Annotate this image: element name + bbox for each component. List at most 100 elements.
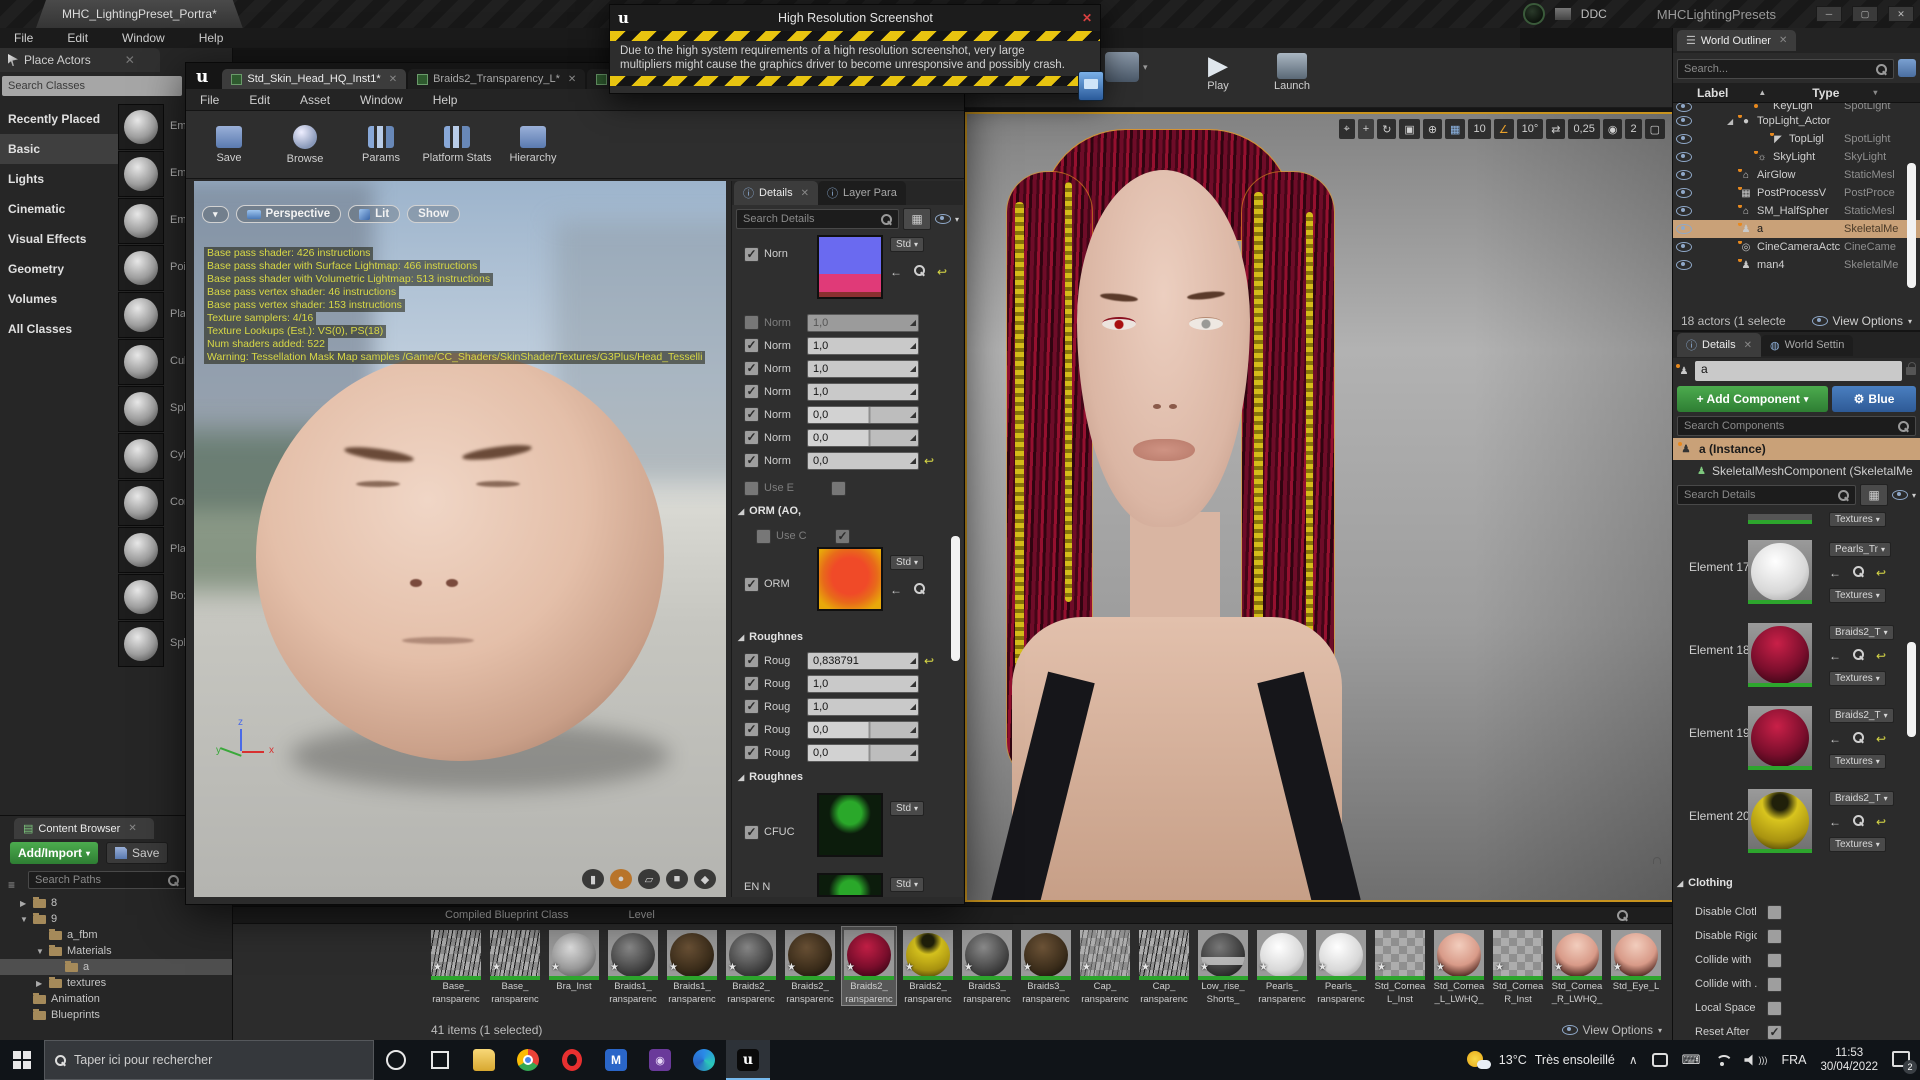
taskbar-search[interactable]: Taper ici pour rechercher — [44, 1040, 374, 1080]
grid-snap-icon[interactable]: ▦ — [1445, 119, 1465, 139]
cylinder-preview-icon[interactable]: ▮ — [582, 869, 604, 889]
param-checkbox[interactable] — [744, 315, 759, 330]
param-value-field[interactable]: 0,0 — [807, 721, 919, 739]
textures-button[interactable]: Textures▾ — [1829, 671, 1886, 686]
use-selected-icon[interactable]: ← — [1829, 649, 1841, 663]
material-details-scrollbar[interactable] — [951, 536, 960, 661]
camera-speed-icon[interactable]: ◉ — [1603, 119, 1623, 139]
category-item[interactable]: Visual Effects — [0, 224, 118, 254]
toolbar-button[interactable]: Hierarchy — [498, 115, 568, 175]
add-import-button[interactable]: Add/Import▾ — [10, 842, 98, 864]
search-details-input[interactable] — [736, 209, 899, 229]
param-checkbox[interactable] — [744, 407, 759, 422]
expand-icon[interactable]: ▶ — [36, 979, 44, 988]
use-selected-icon[interactable]: ← — [890, 265, 902, 279]
launch-button[interactable]: Launch — [1260, 50, 1324, 92]
asset-item[interactable]: ★ Braids1_ ransparenc — [665, 927, 719, 1005]
param-value-field[interactable]: 1,0 — [807, 383, 919, 401]
folder-tree-item[interactable]: a — [0, 959, 232, 975]
world-coordinate-icon[interactable]: ⊕ — [1423, 119, 1442, 139]
visibility-eye-icon[interactable] — [1676, 188, 1692, 198]
wifi-icon[interactable] — [1714, 1055, 1730, 1066]
weather-widget[interactable]: 13°C Très ensoleillé — [1467, 1049, 1615, 1071]
move-tool-icon[interactable]: + — [1358, 119, 1374, 139]
search-details-input[interactable] — [1677, 485, 1856, 505]
param-value-field[interactable]: 1,0 — [807, 337, 919, 355]
close-tab-icon[interactable]: ✕ — [568, 74, 576, 85]
value-checkbox[interactable] — [835, 529, 850, 544]
menu-item[interactable]: Window — [122, 31, 165, 45]
cube-preview-icon[interactable]: ■ — [666, 869, 688, 889]
lock-icon[interactable] — [1906, 367, 1916, 375]
use-selected-icon[interactable]: ← — [1829, 566, 1841, 580]
filter-level[interactable]: Level — [629, 909, 655, 921]
expand-icon[interactable]: ◢ — [1727, 117, 1735, 126]
param-checkbox[interactable] — [744, 825, 759, 840]
sources-toggle-icon[interactable]: ≡ — [8, 878, 15, 892]
use-selected-icon[interactable]: ← — [1829, 815, 1841, 829]
reset-icon[interactable]: ↩ — [1876, 566, 1886, 580]
search-paths-input[interactable] — [28, 871, 186, 889]
param-value-field[interactable]: 0,0 — [807, 406, 919, 424]
asset-item[interactable]: ★ Braids2_ ransparenc — [783, 927, 837, 1005]
outliner-row[interactable]: ◤ TopLigl SpotLight — [1673, 130, 1920, 148]
visibility-eye-icon[interactable] — [1676, 103, 1692, 112]
menu-item[interactable]: Help — [199, 31, 224, 45]
asset-item[interactable]: ★ Braids2_ ransparenc — [901, 927, 955, 1005]
details-scrollbar[interactable] — [1907, 642, 1916, 737]
start-button[interactable] — [0, 1040, 44, 1080]
material-thumbnail[interactable] — [1748, 540, 1812, 604]
view-options-eye-icon[interactable] — [1892, 490, 1908, 500]
asset-item[interactable]: ★ Cap_ ransparenc — [1078, 927, 1132, 1005]
reset-icon[interactable]: ↩ — [1876, 815, 1886, 829]
param-checkbox[interactable] — [744, 247, 759, 262]
toolbar-button[interactable]: Params — [346, 115, 416, 175]
toolbar-button[interactable]: Platform Stats — [422, 115, 492, 175]
category-item[interactable]: Recently Placed — [0, 104, 118, 134]
material-thumbnail[interactable] — [1748, 623, 1812, 687]
world-settings-tab[interactable]: ◍World Settin — [1761, 335, 1853, 356]
param-value-field[interactable]: 0,838791 — [807, 652, 919, 670]
asset-item[interactable]: ★ Braids2_ ransparenc — [842, 927, 896, 1005]
visibility-eye-icon[interactable] — [1676, 206, 1692, 216]
perspective-button[interactable]: Perspective — [236, 205, 342, 223]
outliner-row[interactable]: KeyLigh SpotLight — [1673, 103, 1920, 112]
search-components-input[interactable] — [1677, 416, 1916, 436]
outliner-row[interactable]: ◢ ● TopLight_Actor — [1673, 112, 1920, 130]
outliner-row[interactable]: ⌂ SM_HalfSpher StaticMesl — [1673, 202, 1920, 220]
parent-material-dropdown[interactable]: Std▾ — [890, 555, 924, 570]
outliner-row[interactable]: ▦ PostProcessV PostProce — [1673, 184, 1920, 202]
asset-editor-tab[interactable]: Braids2_Transparency_L* ✕ — [408, 69, 585, 89]
world-outliner-tab[interactable]: ☰ World Outliner ✕ — [1677, 30, 1796, 51]
edit-blueprint-button[interactable]: ⚙Blue — [1832, 386, 1916, 412]
add-actor-icon[interactable] — [1898, 59, 1916, 77]
view-options-eye-icon[interactable] — [935, 214, 951, 224]
cc-app-icon[interactable]: ◉ — [638, 1040, 682, 1080]
param-checkbox[interactable] — [744, 430, 759, 445]
viewport-options-dropdown[interactable]: ▾ — [202, 206, 229, 223]
visibility-eye-icon[interactable] — [1676, 260, 1692, 270]
roughness-section-header-2[interactable]: ◢Roughnes — [738, 771, 803, 783]
lit-mode-button[interactable]: Lit — [348, 205, 400, 223]
menu-item[interactable]: Edit — [249, 93, 270, 107]
reset-icon[interactable]: ↩ — [924, 654, 934, 668]
outliner-row[interactable]: ⌂ AirGlow StaticMesl — [1673, 166, 1920, 184]
minimize-button[interactable]: ─ — [1816, 6, 1842, 22]
menu-item[interactable]: Asset — [300, 93, 330, 107]
folder-tree-item[interactable]: a_fbm — [0, 927, 232, 943]
task-view-icon[interactable] — [418, 1040, 462, 1080]
visibility-eye-icon[interactable] — [1676, 224, 1692, 234]
chrome-icon[interactable] — [506, 1040, 550, 1080]
status-circle-icon[interactable] — [1523, 3, 1545, 25]
param-checkbox[interactable] — [744, 453, 759, 468]
close-icon[interactable]: ✕ — [125, 53, 135, 67]
param-checkbox[interactable] — [744, 722, 759, 737]
outliner-search[interactable] — [1677, 59, 1894, 79]
mail-icon[interactable]: M — [594, 1040, 638, 1080]
clock[interactable]: 11:5330/04/2022 — [1820, 1046, 1878, 1074]
cfuc-map-thumbnail[interactable] — [817, 793, 883, 857]
component-instance-row[interactable]: ♟a (Instance) — [1673, 438, 1920, 460]
save-all-button[interactable]: Save — [106, 842, 168, 864]
details-tab[interactable]: ⓘDetails✕ — [1677, 333, 1761, 357]
normal-map-thumbnail[interactable] — [817, 235, 883, 299]
